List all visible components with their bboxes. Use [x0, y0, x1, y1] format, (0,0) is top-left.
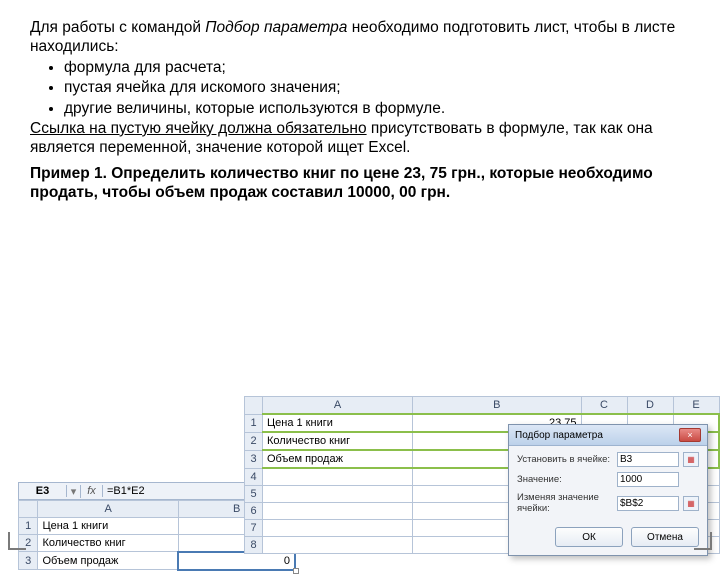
row-header[interactable]: 1: [245, 414, 263, 432]
set-cell-label: Установить в ячейке:: [517, 454, 613, 465]
to-value-label: Значение:: [517, 474, 613, 485]
bullet-3: другие величины, которые используются в …: [64, 99, 690, 118]
range-picker-icon[interactable]: ▦: [683, 452, 699, 467]
fx-icon[interactable]: fx: [81, 485, 103, 497]
to-value-input[interactable]: [617, 472, 679, 487]
close-icon[interactable]: ×: [679, 428, 701, 442]
row-header[interactable]: 2: [245, 432, 263, 450]
row-header[interactable]: 3: [245, 450, 263, 468]
row-header[interactable]: 8: [245, 536, 263, 553]
set-cell-input[interactable]: [617, 452, 679, 467]
col-header[interactable]: E: [673, 397, 719, 415]
row-header[interactable]: 4: [245, 468, 263, 485]
ok-button[interactable]: ОК: [555, 527, 623, 547]
changing-cell-label: Изменяя значение ячейки:: [517, 492, 613, 514]
range-picker-icon[interactable]: ▦: [683, 496, 699, 511]
cell[interactable]: [263, 468, 413, 485]
intro-p1a: Для работы с командой: [30, 19, 205, 36]
cancel-button[interactable]: Отмена: [631, 527, 699, 547]
select-all-cell[interactable]: [245, 397, 263, 415]
bullet-2: пустая ячейка для искомого значения;: [64, 78, 690, 97]
resize-handle-icon[interactable]: [293, 568, 299, 574]
cell[interactable]: [263, 485, 413, 502]
dialog-title: Подбор параметра: [515, 430, 603, 441]
bullet-list: формула для расчета; пустая ячейка для и…: [64, 58, 690, 118]
namebox-dropdown-icon[interactable]: ▾: [67, 485, 81, 498]
cell[interactable]: Цена 1 книги: [263, 414, 413, 432]
cell[interactable]: Цена 1 книги: [38, 518, 178, 535]
cell[interactable]: [263, 536, 413, 553]
row-header[interactable]: 5: [245, 485, 263, 502]
cell-selected[interactable]: 0: [178, 552, 295, 570]
slide-corner-icon: [8, 532, 26, 550]
cell[interactable]: Объем продаж: [38, 552, 178, 570]
cell[interactable]: Объем продаж: [263, 450, 413, 468]
col-header-a[interactable]: A: [38, 501, 178, 518]
row-header[interactable]: 7: [245, 519, 263, 536]
example-text: Пример 1. Определить количество книг по …: [30, 164, 690, 203]
intro-text: Для работы с командой Подбор параметра н…: [30, 18, 690, 158]
cell[interactable]: Количество книг: [38, 535, 178, 552]
command-name: Подбор параметра: [205, 19, 347, 36]
bullet-1: формула для расчета;: [64, 58, 690, 77]
col-header[interactable]: B: [413, 397, 582, 415]
cell[interactable]: [263, 519, 413, 536]
intro-p2a: Ссылка на пустую ячейку должна обязатель…: [30, 120, 367, 137]
row-header[interactable]: 6: [245, 502, 263, 519]
row-header[interactable]: 3: [19, 552, 38, 570]
select-all-cell[interactable]: [19, 501, 38, 518]
slide-corner-icon: [694, 532, 712, 550]
col-header[interactable]: D: [627, 397, 673, 415]
col-header[interactable]: C: [581, 397, 627, 415]
cell[interactable]: Количество книг: [263, 432, 413, 450]
col-header[interactable]: A: [263, 397, 413, 415]
changing-cell-input[interactable]: [617, 496, 679, 511]
name-box[interactable]: E3: [19, 485, 67, 497]
cell[interactable]: [263, 502, 413, 519]
goal-seek-dialog: Подбор параметра × Установить в ячейке: …: [508, 424, 708, 556]
dialog-titlebar[interactable]: Подбор параметра ×: [509, 425, 707, 446]
